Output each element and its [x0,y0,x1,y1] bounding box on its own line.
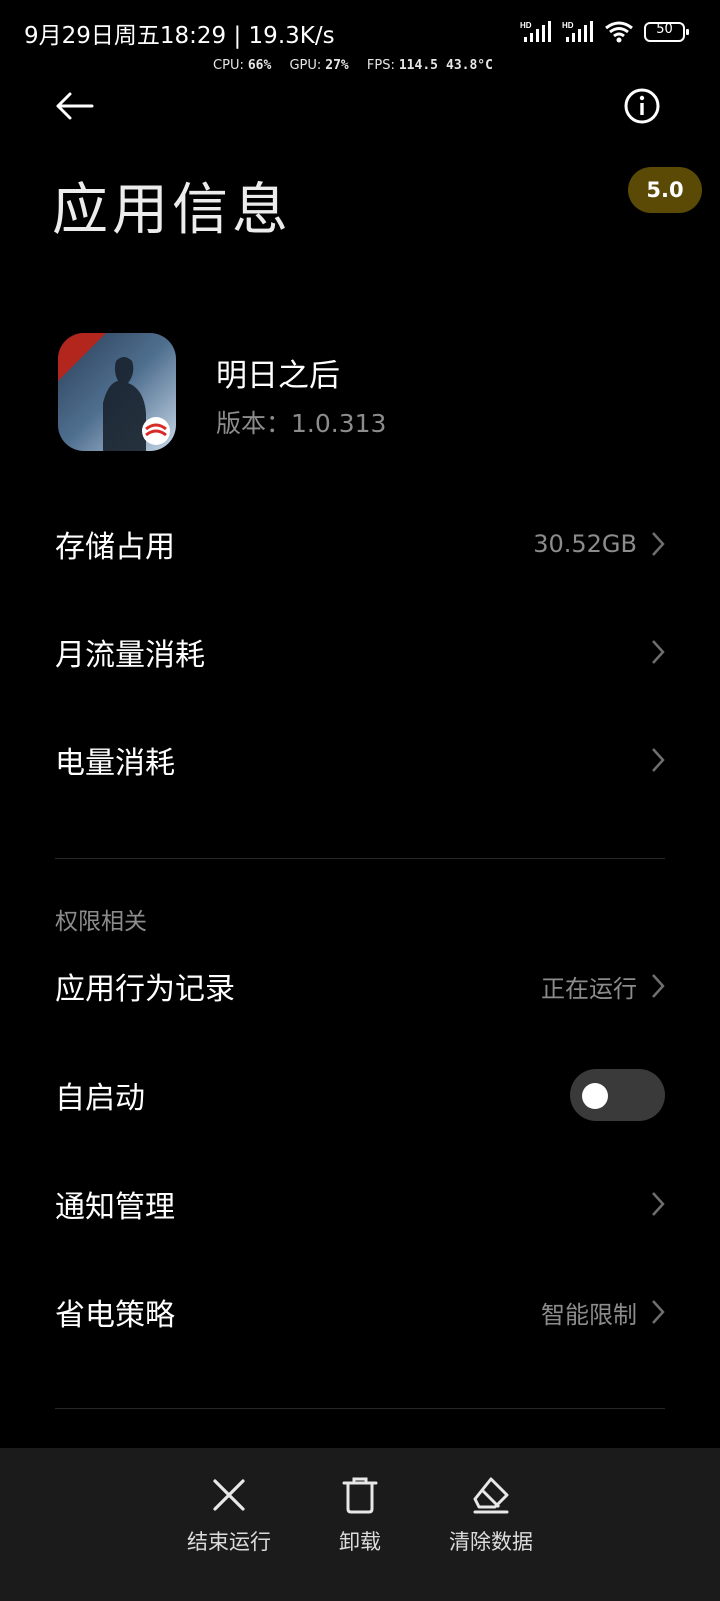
row-label: 通知管理 [55,1190,175,1225]
toggle-knob [582,1083,608,1109]
app-version: 版本：1.0.313 [216,409,387,438]
force-stop-button[interactable]: 结束运行 [159,1470,299,1556]
divider [55,858,665,859]
fps-label: FPS: [366,58,395,73]
row-label: 省电策略 [55,1298,175,1333]
battery-icon: 50 [644,20,690,48]
chevron-right-icon [651,973,665,999]
signal-icon: HD [520,20,552,48]
uninstall-label: 卸载 [339,1530,381,1554]
cpu-label: CPU: [213,58,244,73]
force-stop-label: 结束运行 [187,1530,271,1554]
section-title-permissions: 权限相关 [55,909,147,935]
page-title: 应用信息 [52,178,292,243]
info-icon [624,88,660,124]
row-label: 月流量消耗 [55,638,205,673]
uninstall-button[interactable]: 卸载 [290,1470,430,1556]
divider [55,1408,665,1409]
row-value: 30.52GB [533,530,637,558]
signal-icon: HD [562,20,594,48]
row-data-usage[interactable]: 月流量消耗 [55,622,665,682]
status-icons: HD HD 50 [520,20,690,48]
row-label: 应用行为记录 [55,972,235,1007]
app-icon [58,333,176,451]
chevron-right-icon [651,531,665,557]
chevron-right-icon [651,1191,665,1217]
row-notifications[interactable]: 通知管理 [55,1174,665,1234]
fps-value: 114.5 [398,58,438,73]
temperature-value: 43.8°C [446,58,493,73]
svg-text:HD: HD [520,21,532,30]
row-storage[interactable]: 存储占用 30.52GB [55,514,665,574]
wifi-icon [604,20,634,48]
battery-level: 50 [656,22,673,37]
bottom-action-bar: 结束运行 卸载 清除数据 [0,1448,720,1601]
back-button[interactable] [50,82,98,130]
trash-icon [342,1470,378,1520]
row-app-behavior[interactable]: 应用行为记录 正在运行 [55,956,665,1016]
svg-text:HD: HD [562,21,574,30]
score-badge[interactable]: 5.0 [628,167,702,213]
row-battery-usage[interactable]: 电量消耗 [55,730,665,790]
chevron-right-icon [651,1299,665,1325]
row-power-saving[interactable]: 省电策略 智能限制 [55,1282,665,1342]
arrow-left-icon [56,92,94,120]
row-value: 智能限制 [541,1300,637,1329]
row-label: 存储占用 [55,530,175,565]
chevron-right-icon [651,639,665,665]
performance-hud: CPU: 66% GPU: 27% FPS: 114.5 43.8°C [0,58,720,73]
close-icon [212,1470,246,1520]
gpu-value: 27% [325,58,349,73]
row-label: 自启动 [55,1081,145,1116]
cpu-value: 66% [247,58,272,73]
row-label: 电量消耗 [55,746,175,781]
eraser-icon [471,1470,511,1520]
status-time: 9月29日周五18:29 | 19.3K/s [24,23,335,49]
clear-data-button[interactable]: 清除数据 [421,1470,561,1556]
clear-data-label: 清除数据 [449,1530,533,1554]
app-name: 明日之后 [216,358,340,394]
row-value: 正在运行 [541,974,637,1003]
info-button[interactable] [618,82,666,130]
autostart-toggle[interactable] [570,1069,665,1121]
gpu-label: GPU: [289,58,322,73]
row-autostart: 自启动 [55,1065,665,1125]
chevron-right-icon [651,747,665,773]
